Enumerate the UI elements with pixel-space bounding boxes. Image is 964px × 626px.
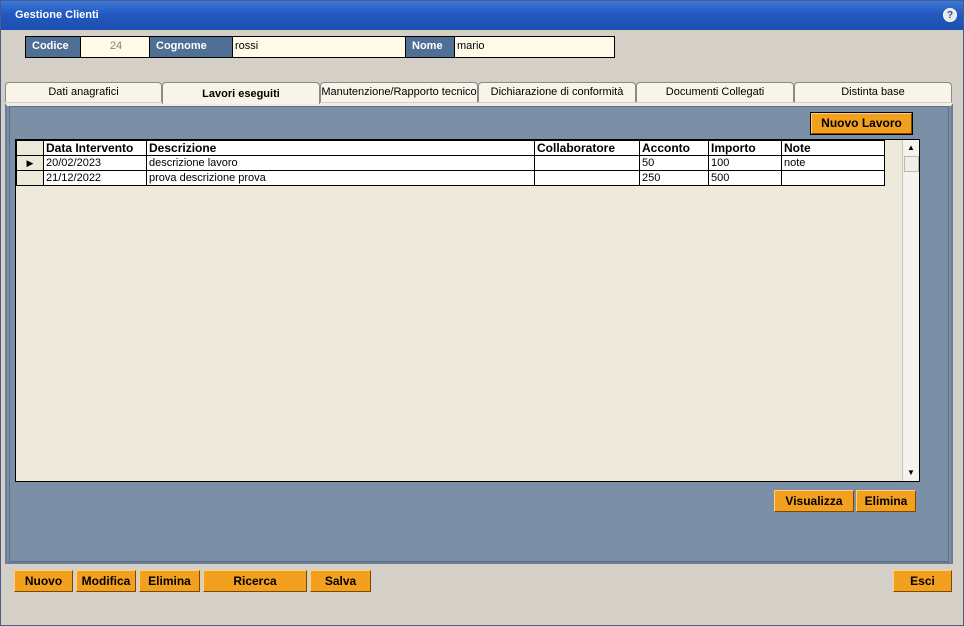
tab-dichiarazione-conformita[interactable]: Dichiarazione di conformità bbox=[478, 82, 636, 102]
row-selector-header bbox=[16, 140, 44, 156]
scroll-up-icon[interactable]: ▲ bbox=[905, 142, 917, 154]
cell-data[interactable]: 20/02/2023 bbox=[43, 155, 147, 171]
lavori-table: Data Intervento Descrizione Collaborator… bbox=[16, 140, 885, 186]
help-icon[interactable]: ? bbox=[943, 8, 957, 22]
cell-descrizione[interactable]: prova descrizione prova bbox=[146, 170, 535, 186]
col-note[interactable]: Note bbox=[781, 140, 885, 156]
client-header: Codice 24 Cognome rossi Nome mario bbox=[25, 36, 615, 58]
table-row[interactable]: ▶ 20/02/2023 descrizione lavoro 50 100 n… bbox=[16, 155, 885, 171]
tab-distinta-base[interactable]: Distinta base bbox=[794, 82, 952, 102]
cell-note[interactable]: note bbox=[781, 155, 885, 171]
table-header-row: Data Intervento Descrizione Collaborator… bbox=[16, 140, 885, 156]
cell-importo[interactable]: 500 bbox=[708, 170, 782, 186]
cell-data[interactable]: 21/12/2022 bbox=[43, 170, 147, 186]
cell-note[interactable] bbox=[781, 170, 885, 186]
col-importo[interactable]: Importo bbox=[708, 140, 782, 156]
col-data-intervento[interactable]: Data Intervento bbox=[43, 140, 147, 156]
nome-field[interactable]: mario bbox=[455, 37, 613, 57]
current-row-icon: ▶ bbox=[16, 155, 44, 171]
codice-label: Codice bbox=[26, 37, 81, 57]
elimina-lavoro-button[interactable]: Elimina bbox=[856, 490, 916, 512]
scroll-thumb[interactable] bbox=[904, 156, 919, 172]
lavori-grid: Data Intervento Descrizione Collaborator… bbox=[15, 139, 920, 482]
tab-manutenzione[interactable]: Manutenzione/Rapporto tecnico bbox=[320, 82, 478, 102]
col-collaboratore[interactable]: Collaboratore bbox=[534, 140, 640, 156]
cell-acconto[interactable]: 50 bbox=[639, 155, 709, 171]
cell-acconto[interactable]: 250 bbox=[639, 170, 709, 186]
cognome-label: Cognome bbox=[149, 37, 233, 57]
visualizza-button[interactable]: Visualizza bbox=[774, 490, 854, 512]
nome-label: Nome bbox=[405, 37, 455, 57]
tab-documenti-collegati[interactable]: Documenti Collegati bbox=[636, 82, 794, 102]
table-row[interactable]: 21/12/2022 prova descrizione prova 250 5… bbox=[16, 170, 885, 186]
codice-field[interactable]: 24 bbox=[81, 37, 149, 57]
row-selector bbox=[16, 170, 44, 186]
scroll-down-icon[interactable]: ▼ bbox=[905, 467, 917, 479]
cell-importo[interactable]: 100 bbox=[708, 155, 782, 171]
modifica-button[interactable]: Modifica bbox=[76, 570, 136, 592]
nuovo-lavoro-button[interactable]: Nuovo Lavoro bbox=[810, 112, 913, 135]
cell-collaboratore[interactable] bbox=[534, 155, 640, 171]
vertical-scrollbar[interactable]: ▲ ▼ bbox=[902, 140, 919, 481]
window-title: Gestione Clienti bbox=[15, 9, 99, 21]
tab-lavori-eseguiti[interactable]: Lavori eseguiti bbox=[162, 82, 320, 104]
nuovo-button[interactable]: Nuovo bbox=[14, 570, 73, 592]
gestione-clienti-window: Gestione Clienti ? Codice 24 Cognome ros… bbox=[0, 0, 964, 626]
esci-button[interactable]: Esci bbox=[893, 570, 952, 592]
ricerca-button[interactable]: Ricerca bbox=[203, 570, 307, 592]
cognome-field[interactable]: rossi bbox=[233, 37, 405, 57]
col-descrizione[interactable]: Descrizione bbox=[146, 140, 535, 156]
elimina-button[interactable]: Elimina bbox=[139, 570, 200, 592]
tab-bar: Dati anagrafici Lavori eseguiti Manutenz… bbox=[5, 82, 953, 104]
cell-collaboratore[interactable] bbox=[534, 170, 640, 186]
cell-descrizione[interactable]: descrizione lavoro bbox=[146, 155, 535, 171]
title-bar: Gestione Clienti ? bbox=[1, 1, 963, 30]
salva-button[interactable]: Salva bbox=[310, 570, 371, 592]
tab-dati-anagrafici[interactable]: Dati anagrafici bbox=[5, 82, 162, 102]
col-acconto[interactable]: Acconto bbox=[639, 140, 709, 156]
